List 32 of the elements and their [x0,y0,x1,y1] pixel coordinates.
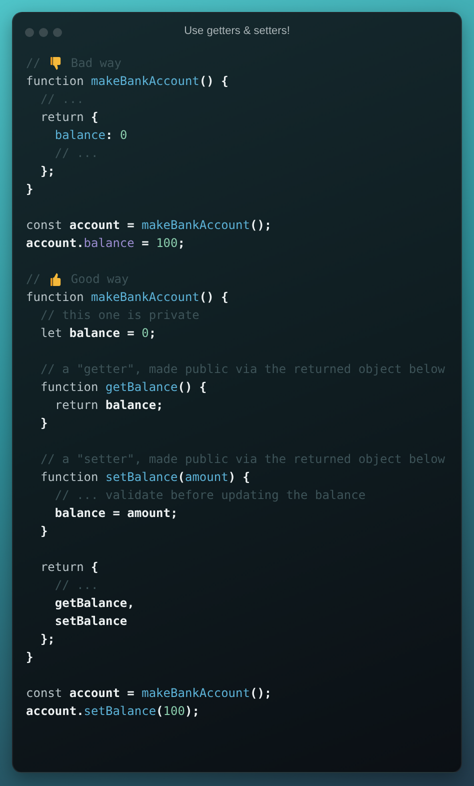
code-line: }; [39,631,56,648]
code-line: // a "setter", made public via the returned object below [39,451,446,468]
code-comment: // [26,55,42,72]
window-title: Use getters & setters! [184,25,290,37]
code-line: function setBalance(amount) { [39,469,252,486]
code-line: return balance; [54,397,164,414]
code-line: // ... [54,145,100,162]
code-line: balance = amount; [54,505,179,522]
code-line: return { [39,559,100,576]
code-line: return { [39,109,100,126]
code-line: // ... [54,577,100,594]
code-line: const account = makeBankAccount(); [26,685,273,702]
code-line: let balance = 0; [39,325,158,342]
thumbs-down-icon [50,56,62,70]
code-line: } [26,649,34,666]
code-line: balance: 0 [54,127,128,144]
code-line: function getBalance() { [39,379,208,396]
code-line: function makeBankAccount() { [26,289,230,306]
code-line: getBalance, [54,595,136,612]
code-line: const account = makeBankAccount(); [26,217,273,234]
code-line: setBalance [54,613,128,630]
code-line: function makeBankAccount() { [26,73,230,90]
code-line: account.setBalance(100); [26,703,200,720]
code-line: } [26,181,34,198]
thumbs-up-icon [50,272,62,286]
code-comment: // [26,271,42,288]
code-line: account.balance = 100; [26,235,186,252]
code-line: } [39,523,49,540]
code-line: // ... [39,91,85,108]
code-line: } [39,415,49,432]
code-line: // ... validate before updating the balance [54,487,367,504]
code-line: }; [39,163,56,180]
